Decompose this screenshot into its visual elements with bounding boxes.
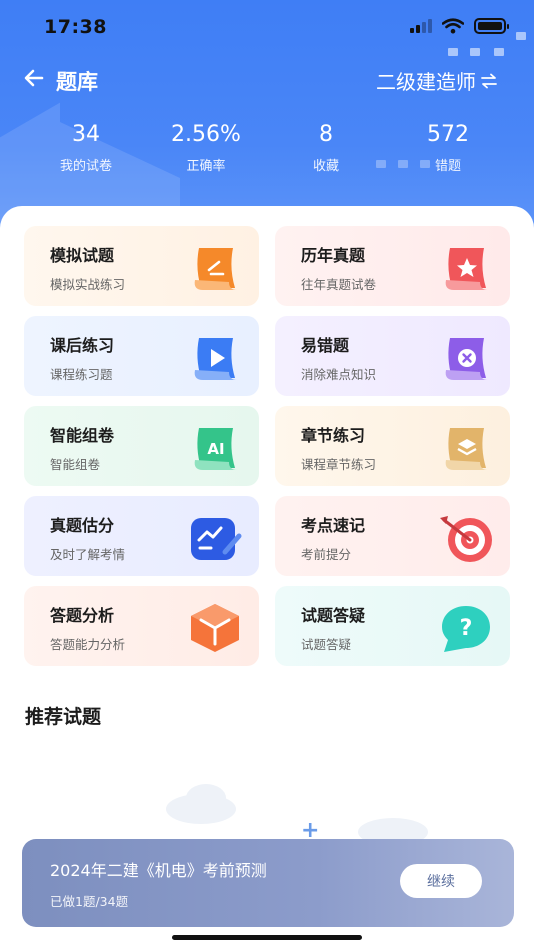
card-answer-analysis[interactable]: 答题分析 答题能力分析 (24, 586, 259, 666)
cube-icon (191, 604, 239, 652)
pencil-scroll-icon (194, 248, 237, 290)
card-past-exams[interactable]: 历年真题 往年真题试卷 (275, 226, 510, 306)
card-score-estimate[interactable]: 真题估分 及时了解考情 (24, 496, 259, 576)
page-title: 题库 (56, 70, 98, 94)
card-key-points[interactable]: 考点速记 考前提分 (275, 496, 510, 576)
banner-progress: 已做1题/34题 (50, 894, 129, 909)
status-indicators (410, 18, 509, 34)
stat-value: 8 (319, 122, 333, 147)
status-time: 17:38 (44, 16, 107, 38)
banner-title: 2024年二建《机电》考前预测 (50, 861, 267, 880)
section-title-recommended: 推荐试题 (25, 706, 102, 728)
play-scroll-icon (194, 338, 237, 380)
stat-accuracy[interactable]: 2.56% 正确率 (146, 122, 266, 174)
continue-banner[interactable]: 2024年二建《机电》考前预测 已做1题/34题 继续 (22, 839, 514, 927)
stat-label: 正确率 (186, 159, 226, 174)
stat-value: 34 (72, 122, 100, 147)
stat-wrong-questions[interactable]: 572 错题 (388, 122, 508, 174)
cloud-decoration (186, 784, 226, 812)
chart-pen-icon (191, 518, 242, 560)
card-homework[interactable]: 课后练习 课程练习题 (24, 316, 259, 396)
back-arrow-icon[interactable] (22, 66, 46, 90)
svg-text:?: ? (460, 616, 473, 641)
stat-my-papers[interactable]: 34 我的试卷 (26, 122, 146, 174)
home-indicator (172, 935, 362, 940)
stat-value: 572 (427, 122, 469, 147)
battery-icon (474, 18, 509, 34)
status-bar: 17:38 (0, 0, 534, 54)
card-qa[interactable]: 试题答疑 试题答疑 ? (275, 586, 510, 666)
exam-switcher-label: 二级建造师 (376, 70, 476, 94)
card-smart-paper[interactable]: 智能组卷 智能组卷 AI (24, 406, 259, 486)
target-icon (440, 516, 492, 562)
card-mock-exam[interactable]: 模拟试题 模拟实战练习 (24, 226, 259, 306)
ai-scroll-icon: AI (194, 428, 237, 470)
card-error-prone[interactable]: 易错题 消除难点知识 (275, 316, 510, 396)
x-scroll-icon (445, 338, 488, 380)
stat-value: 2.56% (171, 122, 241, 147)
stat-label: 收藏 (312, 159, 339, 174)
layers-scroll-icon (445, 428, 488, 470)
nav-bar: 题库 二级建造师 (0, 58, 534, 102)
stat-label: 我的试卷 (59, 159, 112, 174)
swap-icon (481, 73, 497, 88)
star-scroll-icon (445, 248, 488, 290)
svg-text:AI: AI (207, 440, 224, 458)
exam-switcher[interactable]: 二级建造师 (376, 66, 498, 95)
stat-favorites[interactable]: 8 收藏 (266, 122, 386, 174)
question-bubble-icon: ? (442, 606, 490, 652)
continue-button[interactable]: 继续 (400, 864, 482, 898)
wifi-icon (442, 18, 464, 34)
stat-label: 错题 (434, 159, 461, 174)
card-chapter-practice[interactable]: 章节练习 课程章节练习 (275, 406, 510, 486)
cellular-signal-icon (410, 19, 432, 33)
